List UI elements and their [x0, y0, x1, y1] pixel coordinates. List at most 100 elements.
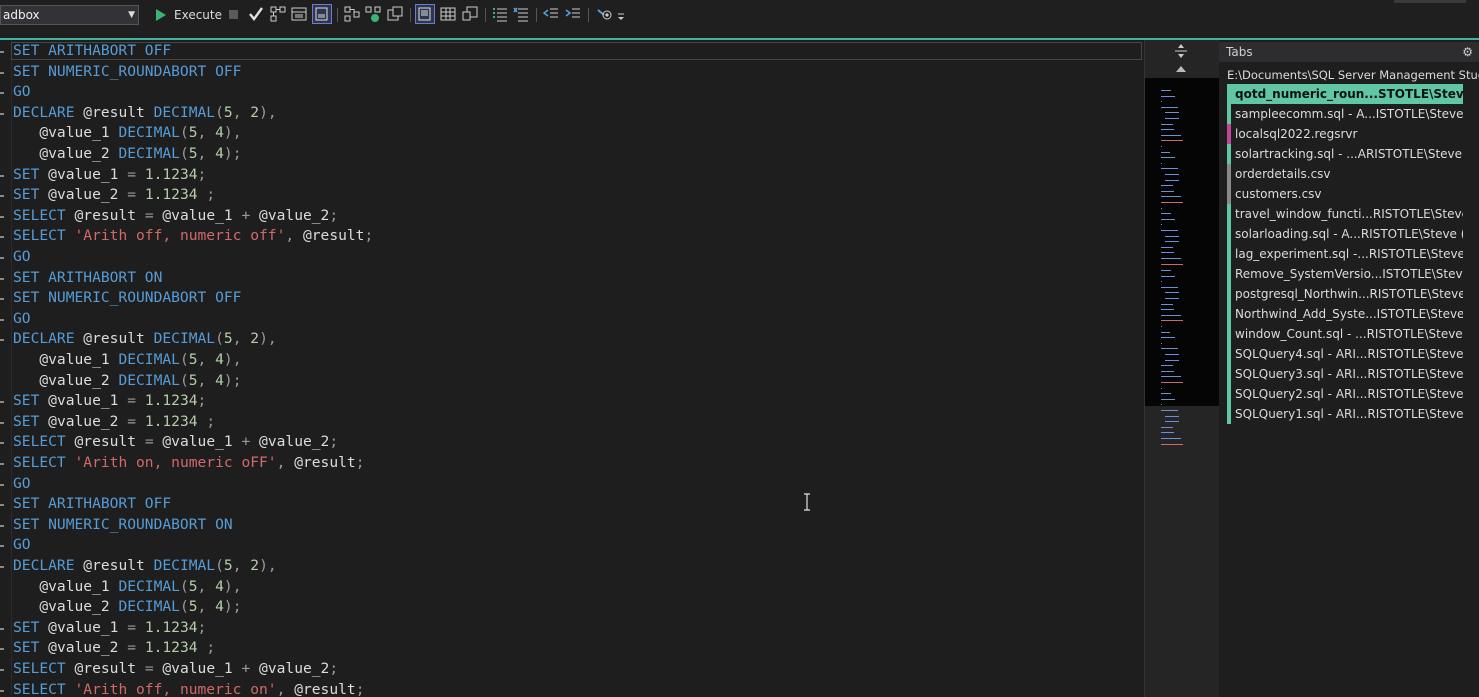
chevron-down-icon: ▼	[128, 10, 135, 20]
fold-marker[interactable]	[0, 257, 4, 259]
minimap-line	[1161, 331, 1170, 333]
client-statistics-icon[interactable]	[387, 6, 403, 22]
fold-marker[interactable]	[0, 648, 4, 651]
display-estimated-plan-icon[interactable]	[270, 6, 286, 22]
code-token: (	[179, 371, 189, 389]
fold-marker[interactable]	[0, 339, 4, 342]
tab-color-bar	[1227, 104, 1231, 124]
fold-marker[interactable]	[0, 524, 4, 527]
tabs-panel-header: Tabs ⚙	[1219, 42, 1479, 62]
increase-indent-icon[interactable]	[565, 6, 581, 22]
fold-marker[interactable]	[0, 421, 4, 424]
tab-list-item[interactable]: window_Count.sql - ...RISTOTLE\Steve (51…	[1227, 324, 1463, 344]
code-token: 2	[250, 330, 260, 348]
gutter	[11, 40, 12, 697]
tab-list-item[interactable]: customers.csv	[1227, 184, 1463, 204]
minimap-viewport[interactable]	[1145, 78, 1219, 406]
uncomment-lines-icon[interactable]	[513, 6, 529, 22]
check-icon[interactable]	[248, 6, 264, 22]
code-line: SELECT @result = @value_1 + @value_2;	[13, 432, 338, 452]
comment-lines-icon[interactable]	[492, 6, 508, 22]
tab-list-item[interactable]: Northwind_Add_Syste...ISTOTLE\Steve (59)…	[1227, 304, 1463, 324]
tab-list-item[interactable]: localsql2022.regsrvr	[1227, 124, 1463, 144]
fold-marker[interactable]	[0, 277, 4, 280]
execute-button[interactable]: Execute	[174, 5, 222, 25]
fold-marker[interactable]	[0, 442, 4, 445]
code-token: ,	[197, 145, 216, 162]
minimap-line	[1161, 398, 1175, 400]
code-line: SET NUMERIC_ROUNDABORT OFF	[13, 288, 241, 308]
results-to-file-icon[interactable]	[462, 6, 478, 22]
tab-list-item[interactable]: SQLQuery4.sql - ARI...RISTOTLE\Steve (68…	[1227, 344, 1463, 364]
minimap-line	[1161, 157, 1175, 159]
stop-icon[interactable]	[229, 10, 238, 19]
fold-marker[interactable]	[0, 215, 4, 218]
fold-marker[interactable]	[0, 689, 4, 692]
fold-marker[interactable]	[0, 627, 4, 630]
tab-list-item[interactable]: travel_window_functi...RISTOTLE\Steve (7…	[1227, 204, 1463, 224]
results-to-text-button[interactable]	[415, 4, 435, 24]
include-actual-plan-icon[interactable]	[344, 6, 360, 22]
specify-template-values-icon[interactable]	[596, 6, 612, 22]
fold-marker[interactable]	[0, 545, 4, 548]
minimap-line	[1161, 185, 1173, 187]
fold-marker[interactable]	[0, 483, 4, 486]
fold-marker[interactable]	[0, 92, 4, 95]
minimap-line	[1161, 270, 1171, 271]
results-to-grid-icon[interactable]	[440, 6, 456, 22]
play-icon[interactable]	[156, 9, 166, 21]
fold-marker[interactable]	[0, 51, 4, 53]
tab-list-item[interactable]: lag_experiment.sql -...RISTOTLE\Steve (7…	[1227, 244, 1463, 264]
tab-list-item[interactable]: solartracking.sql - ...ARISTOTLE\Steve (…	[1227, 144, 1463, 164]
split-editor-icon[interactable]	[1173, 43, 1189, 59]
fold-marker[interactable]	[0, 318, 4, 321]
code-token: ;	[355, 454, 365, 471]
tab-list-item[interactable]: SQLQuery2.sql - ARI...RISTOTLE\Steve (72…	[1227, 384, 1463, 404]
code-token: @value_1	[48, 618, 128, 636]
window-control[interactable]	[1394, 0, 1466, 3]
tab-list-item[interactable]: SQLQuery3.sql - ARI...RISTOTLE\Steve (67…	[1227, 364, 1463, 384]
editor-minimap[interactable]	[1144, 40, 1219, 697]
toolbar-overflow-icon[interactable]	[617, 10, 625, 22]
code-token: DECIMAL	[118, 577, 180, 595]
fold-marker[interactable]	[0, 195, 4, 198]
gear-icon[interactable]: ⚙	[1462, 42, 1473, 62]
code-line: SELECT 'Arith off, numeric on', @result;	[13, 680, 365, 697]
scroll-up-arrow-icon[interactable]	[1176, 66, 1186, 72]
tab-list-item[interactable]: solarloading.sql - A...RISTOTLE\Steve (7…	[1227, 224, 1463, 244]
fold-marker[interactable]	[0, 298, 4, 301]
tab-list-item[interactable]: orderdetails.csv	[1227, 164, 1463, 184]
fold-marker[interactable]	[0, 112, 4, 115]
tab-list-item[interactable]: sampleecomm.sql - A...ISTOTLE\Steve (78)…	[1227, 104, 1463, 124]
code-token: (	[179, 145, 189, 162]
fold-marker[interactable]	[0, 566, 4, 568]
minimap-line	[1161, 258, 1181, 259]
decrease-indent-icon[interactable]	[543, 6, 559, 22]
query-editor[interactable]: SET ARITHABORT OFF SET NUMERIC_ROUNDABORT…	[0, 40, 1144, 697]
fold-marker[interactable]	[0, 669, 4, 671]
results-to-file-button[interactable]	[312, 4, 332, 24]
code-token: ;	[197, 392, 207, 410]
live-query-stats-icon[interactable]	[365, 6, 381, 22]
fold-marker[interactable]	[0, 174, 4, 177]
tab-list-item[interactable]: postgresql_Northwin...RISTOTLE\Steve (66…	[1227, 284, 1463, 304]
tab-list-item[interactable]: qotd_numeric_roun...STOTLE\Steve (79))	[1227, 84, 1463, 104]
database-select[interactable]: adbox ▼	[0, 5, 139, 25]
fold-marker[interactable]	[0, 401, 4, 404]
tabs-group-path: E:\Documents\SQL Server Management Studi…	[1227, 68, 1479, 82]
fold-marker[interactable]	[0, 504, 4, 507]
tab-list-item[interactable]: Remove_SystemVersio...ISTOTLE\Steve (73)…	[1227, 264, 1463, 284]
tab-color-bar	[1227, 144, 1231, 164]
tab-list-item[interactable]: SQLQuery1.sql - ARI...RISTOTLE\Steve (64…	[1227, 404, 1463, 424]
code-token: SELECT	[13, 680, 75, 697]
minimap-line	[1161, 90, 1171, 91]
fold-marker[interactable]	[0, 236, 4, 239]
code-token: ),	[259, 103, 277, 121]
fold-marker[interactable]	[0, 463, 4, 465]
minimap-line	[1161, 410, 1178, 411]
query-options-icon[interactable]	[291, 6, 307, 22]
code-token: 'Arith off, numeric off'	[74, 227, 286, 245]
fold-marker[interactable]	[0, 71, 4, 74]
minimap-line	[1165, 241, 1179, 243]
tab-list-item-label: SQLQuery3.sql - ARI...RISTOTLE\Steve (67…	[1235, 367, 1463, 381]
